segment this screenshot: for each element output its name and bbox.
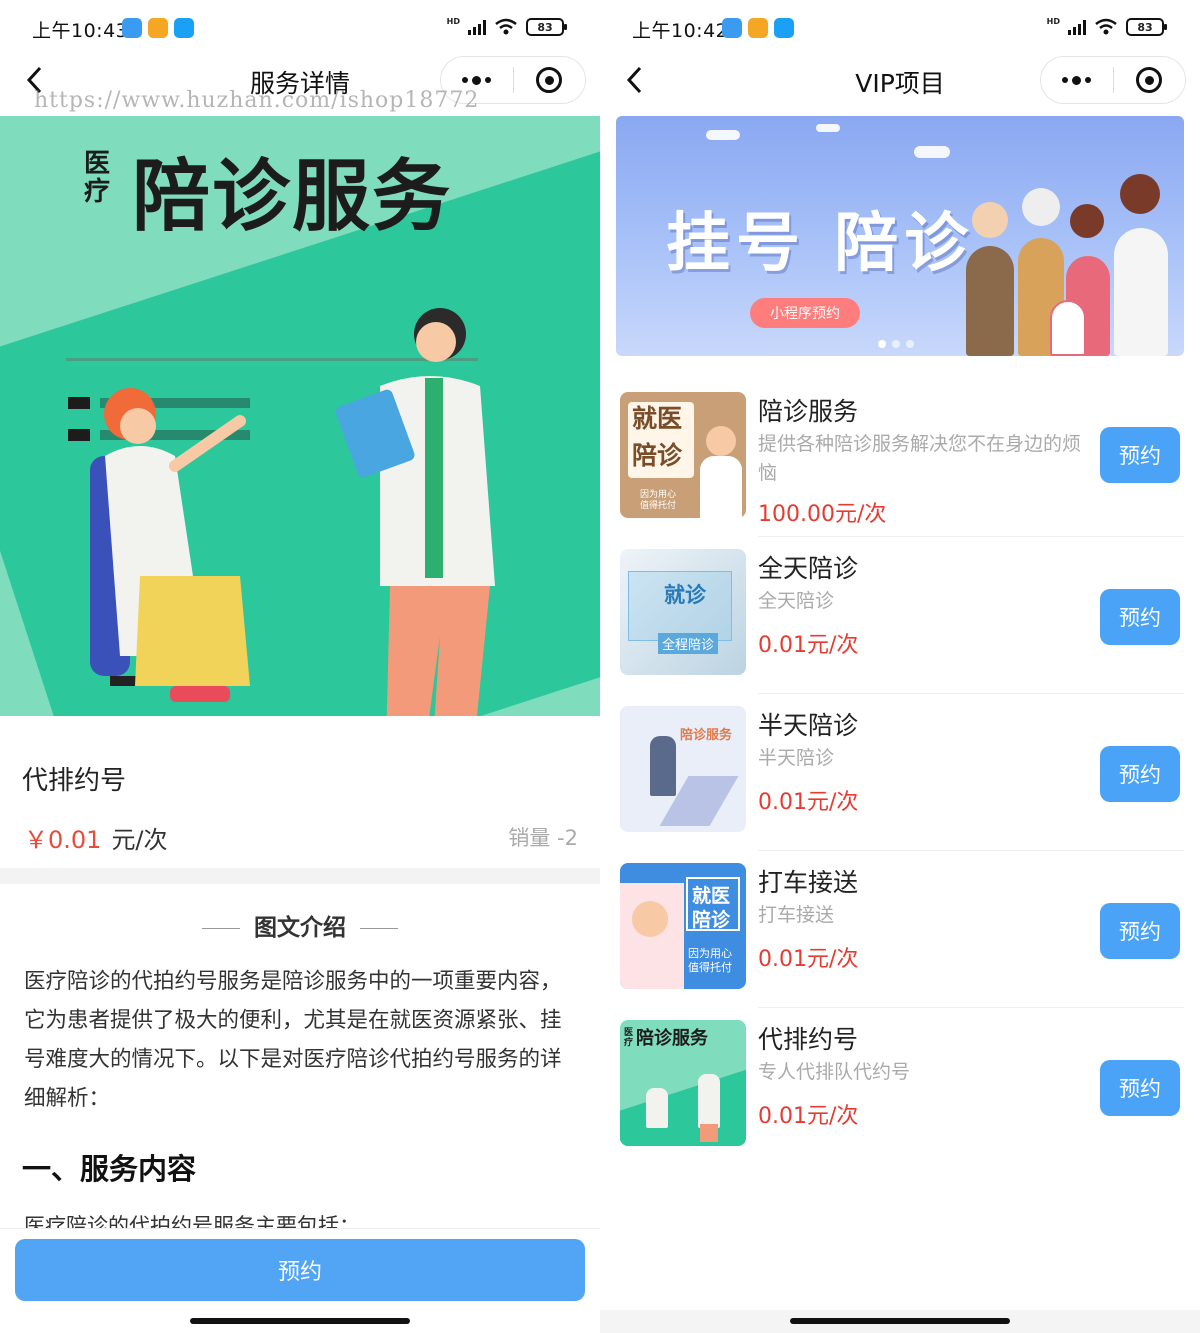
section-title: 图文介绍	[0, 908, 600, 942]
vip-projects-screen: 上午10:42 HD 83 VIP项目 挂号 陪诊 小程序预约 就医 陪诊 因为…	[600, 0, 1200, 1333]
watermark-text: https://www.huzhan.com/ishop18772	[34, 88, 480, 113]
book-button[interactable]: 预约	[15, 1239, 585, 1301]
message-app-icon	[122, 18, 142, 38]
bottom-action-bar: 预约	[0, 1228, 600, 1333]
article-paragraph: 医疗陪诊的代拍约号服务是陪诊服务中的一项重要内容，它为患者提供了极大的便利，尤其…	[24, 969, 562, 1111]
sales-count: 销量 -2	[508, 826, 578, 850]
item-price: 0.01元/次	[758, 633, 859, 658]
book-button[interactable]: 预约	[1100, 1060, 1180, 1116]
item-thumbnail: 陪诊服务	[620, 706, 746, 832]
status-time: 上午10:42	[632, 20, 729, 42]
list-item[interactable]: 医疗 陪诊服务 代排约号 专人代排队代约号 0.01元/次 预约	[600, 1008, 1200, 1165]
notification-icons	[722, 18, 794, 38]
banner-pill: 小程序预约	[750, 298, 860, 328]
product-price: ￥0.01	[24, 826, 102, 854]
product-image: 医疗 陪诊服务	[0, 116, 600, 716]
book-button[interactable]: 预约	[1100, 589, 1180, 645]
hd-label: HD	[1046, 16, 1060, 26]
item-description: 半天陪诊	[758, 747, 835, 769]
family-illustration	[966, 174, 1176, 356]
book-button[interactable]: 预约	[1100, 427, 1180, 483]
nav-bar: VIP项目	[600, 56, 1200, 106]
book-button[interactable]: 预约	[1100, 903, 1180, 959]
status-bar: 上午10:43 HD 83	[0, 0, 600, 56]
signal-icon	[1068, 19, 1086, 35]
service-detail-screen: 上午10:43 HD 83 医疗 陪诊服务 服务详情 https://www.h…	[0, 0, 600, 1333]
browser-app-icon	[774, 18, 794, 38]
doctor-illustration	[90, 308, 495, 716]
signal-icon	[468, 19, 486, 35]
status-time: 上午10:43	[32, 20, 129, 42]
home-indicator	[790, 1318, 1010, 1324]
item-title: 陪诊服务	[758, 397, 859, 426]
service-list: 就医 陪诊 因为用心 值得托付 陪诊服务 提供各种陪诊服务解决您不在身边的烦恼 …	[600, 380, 1200, 1165]
item-description: 专人代排队代约号	[758, 1061, 911, 1083]
browser-app-icon	[174, 18, 194, 38]
item-description: 提供各种陪诊服务解决您不在身边的烦恼	[758, 433, 1082, 484]
section-title-text: 图文介绍	[254, 915, 346, 941]
home-indicator	[190, 1318, 410, 1324]
item-title: 打车接送	[758, 868, 859, 897]
price-unit: 元/次	[111, 826, 168, 854]
price-row: ￥0.01 元/次	[24, 820, 168, 855]
item-title: 半天陪诊	[758, 711, 859, 740]
item-thumbnail: 就医 陪诊 因为用心 值得托付	[620, 392, 746, 518]
product-name: 代排约号	[22, 766, 127, 796]
miniprogram-capsule	[1040, 56, 1186, 104]
item-price: 100.00元/次	[758, 502, 887, 527]
promo-banner[interactable]: 挂号 陪诊 小程序预约	[616, 116, 1184, 356]
status-bar: 上午10:42 HD 83	[600, 0, 1200, 56]
battery-icon: 83	[526, 18, 567, 36]
list-item[interactable]: 就诊 全程陪诊 全天陪诊 全天陪诊 0.01元/次 预约	[600, 537, 1200, 694]
item-title: 代排约号	[758, 1025, 859, 1054]
bottom-area	[600, 1310, 1200, 1333]
item-description: 打车接送	[758, 904, 835, 926]
item-price: 0.01元/次	[758, 947, 859, 972]
message-app-icon	[722, 18, 742, 38]
item-price: 0.01元/次	[758, 790, 859, 815]
item-thumbnail: 就诊 全程陪诊	[620, 549, 746, 675]
battery-icon: 83	[1126, 18, 1167, 36]
more-icon[interactable]	[1041, 57, 1113, 103]
item-description: 全天陪诊	[758, 590, 835, 612]
item-thumbnail: 医疗 陪诊服务	[620, 1020, 746, 1146]
item-price: 0.01元/次	[758, 1104, 859, 1129]
article-paragraph-partial: 医疗陪诊的代拍约号服务主要包括：	[24, 1214, 360, 1228]
list-item[interactable]: 陪诊服务 半天陪诊 半天陪诊 0.01元/次 预约	[600, 694, 1200, 851]
chat-app-icon	[148, 18, 168, 38]
article-heading: 一、服务内容	[22, 1152, 197, 1186]
book-button[interactable]: 预约	[1100, 746, 1180, 802]
status-indicators: HD 83	[446, 16, 567, 36]
chat-app-icon	[748, 18, 768, 38]
status-indicators: HD 83	[1046, 16, 1167, 36]
close-miniprogram-icon[interactable]	[1114, 57, 1186, 103]
notification-icons	[122, 18, 194, 38]
wifi-icon	[495, 18, 517, 35]
section-separator	[0, 868, 600, 884]
banner-title: 挂号 陪诊	[666, 207, 975, 281]
item-thumbnail: 就医 陪诊 因为用心 值得托付	[620, 863, 746, 989]
carousel-dots[interactable]	[878, 340, 914, 348]
wifi-icon	[1095, 18, 1117, 35]
close-miniprogram-icon[interactable]	[514, 57, 586, 103]
hd-label: HD	[446, 16, 460, 26]
list-item[interactable]: 就医 陪诊 因为用心 值得托付 陪诊服务 提供各种陪诊服务解决您不在身边的烦恼 …	[600, 380, 1200, 537]
list-item[interactable]: 就医 陪诊 因为用心 值得托付 打车接送 打车接送 0.01元/次 预约	[600, 851, 1200, 1008]
item-title: 全天陪诊	[758, 554, 859, 583]
